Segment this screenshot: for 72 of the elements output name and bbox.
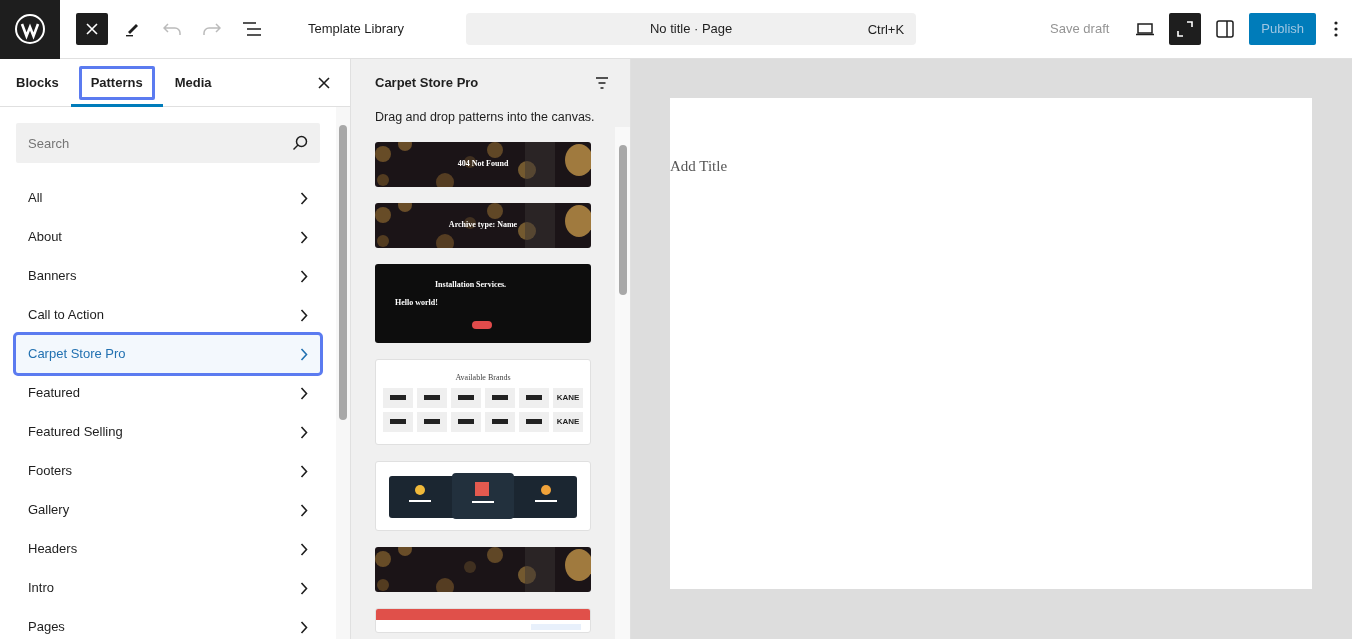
brand-logo: [417, 387, 447, 408]
fullscreen-button[interactable]: [1169, 13, 1202, 45]
brand-logo: [519, 387, 549, 408]
chevron-right-icon: [300, 230, 308, 244]
more-vertical-icon: [1334, 21, 1338, 37]
close-icon: [318, 76, 330, 89]
category-item[interactable]: Featured Selling: [16, 413, 320, 451]
category-item[interactable]: Headers: [16, 530, 320, 568]
preview-heading: Available Brands: [455, 373, 511, 382]
brand-logo: [519, 411, 549, 432]
command-bar[interactable]: No title · Page Ctrl+K: [466, 13, 917, 45]
search-field[interactable]: Search: [16, 123, 320, 163]
preview-heading: 404 Not Found: [457, 158, 509, 171]
category-item[interactable]: Footers: [16, 452, 320, 490]
category-item[interactable]: Banners: [16, 257, 320, 295]
brand-logo: [485, 411, 515, 432]
read-more-button: [472, 320, 492, 329]
chevron-right-icon: [300, 620, 308, 634]
brand-logo: [383, 387, 413, 408]
wordpress-icon: [14, 13, 46, 45]
pattern-preview[interactable]: Available Brands KANE KANE: [375, 358, 591, 445]
pattern-preview[interactable]: Installation Services. Hello world!: [375, 263, 591, 343]
chevron-right-icon: [300, 308, 308, 322]
category-item[interactable]: About: [16, 218, 320, 256]
sidebar-icon: [1216, 20, 1235, 38]
title-placeholder[interactable]: Add Title: [670, 158, 728, 174]
brand-logo: [485, 387, 515, 408]
category-item[interactable]: All: [16, 179, 320, 217]
undo-icon: [163, 22, 181, 36]
brand-logo: KANE: [553, 411, 583, 432]
category-item[interactable]: Intro: [16, 569, 320, 607]
close-inserter-button[interactable]: [76, 13, 108, 45]
brand-logo: [451, 411, 481, 432]
redo-icon: [203, 22, 221, 36]
list-view-icon: [242, 22, 262, 36]
filter-icon: [595, 77, 609, 89]
preview-heading: Installation Services.: [435, 278, 507, 291]
category-item[interactable]: Call to Action: [16, 296, 320, 334]
chevron-right-icon: [300, 425, 308, 439]
category-item[interactable]: Gallery: [16, 491, 320, 529]
chevron-right-icon: [300, 503, 308, 517]
pattern-preview[interactable]: [375, 460, 591, 531]
chevron-right-icon: [300, 464, 308, 478]
close-icon: [86, 23, 98, 35]
chevron-right-icon: [300, 269, 308, 283]
tab[interactable]: Media: [170, 66, 216, 100]
chevron-right-icon: [300, 386, 308, 400]
preview-heading: Archive type: Name: [448, 219, 518, 232]
panel-title: Carpet Store Pro: [375, 74, 480, 93]
pencil-icon: [124, 21, 140, 37]
tab[interactable]: Patterns: [78, 66, 155, 100]
tab[interactable]: Blocks: [12, 66, 63, 100]
brand-logo: [383, 411, 413, 432]
brand-logo: KANE: [553, 387, 583, 408]
wordpress-logo[interactable]: [0, 0, 60, 59]
category-item[interactable]: Carpet Store Pro: [16, 335, 320, 373]
brand-logo: [451, 387, 481, 408]
chevron-right-icon: [300, 191, 308, 205]
shortcut-hint: Ctrl+K: [867, 21, 905, 39]
brand-logo: [417, 411, 447, 432]
expand-icon: [1177, 21, 1194, 37]
laptop-icon: [1135, 22, 1156, 36]
document-title: Template Library: [308, 20, 405, 39]
chevron-right-icon: [300, 581, 308, 595]
scrollbar[interactable]: [615, 127, 630, 639]
chevron-right-icon: [300, 542, 308, 556]
scrollbar[interactable]: [336, 107, 350, 639]
post-title: Hello world!: [395, 296, 438, 309]
category-item[interactable]: Featured: [16, 374, 320, 412]
chevron-right-icon: [300, 347, 308, 361]
search-icon: [292, 135, 308, 151]
category-item[interactable]: Pages: [16, 608, 320, 639]
